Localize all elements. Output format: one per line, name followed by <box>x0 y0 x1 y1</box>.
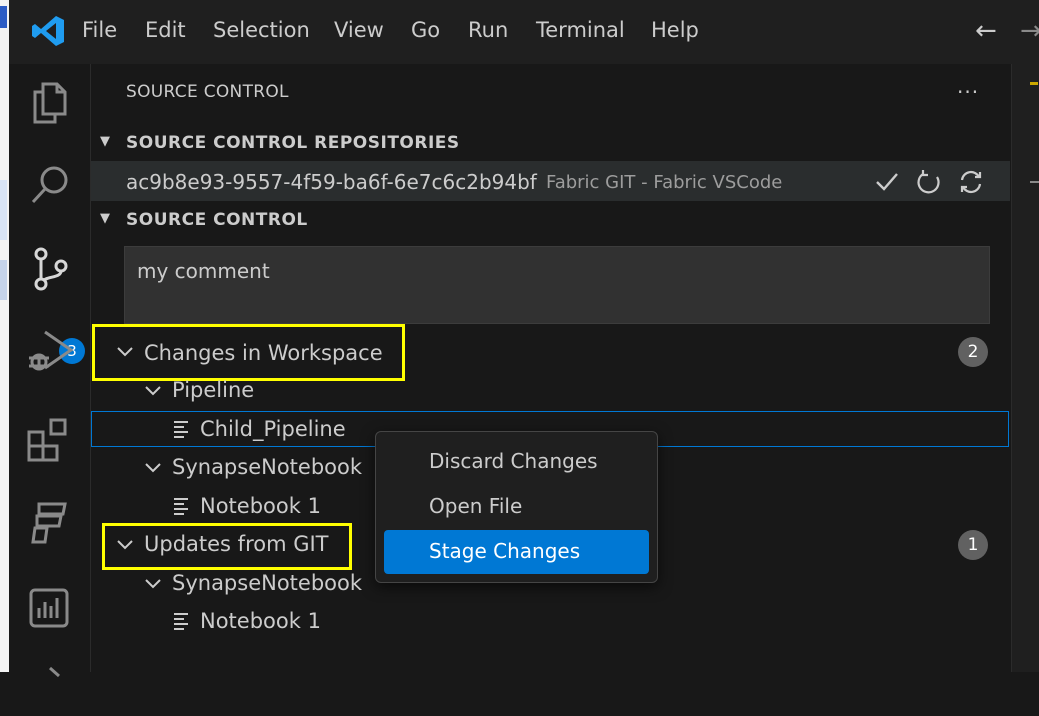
run-and-debug-icon[interactable] <box>25 326 75 376</box>
file-lines-icon <box>174 613 188 630</box>
commit-check-icon[interactable] <box>873 168 901 196</box>
menu-edit[interactable]: Edit <box>145 18 186 42</box>
chevron-down-icon[interactable] <box>144 385 162 397</box>
source-control-section-header[interactable]: SOURCE CONTROL <box>126 210 308 230</box>
stage-changes-menu-item[interactable]: Stage Changes <box>384 530 649 574</box>
chevron-down-icon[interactable] <box>144 462 162 474</box>
file-lines-icon <box>174 498 188 515</box>
commit-message-text: my comment <box>137 259 270 283</box>
left-window-edge <box>0 0 9 672</box>
file-child-pipeline[interactable]: Child_Pipeline <box>200 417 346 441</box>
chevron-down-icon[interactable]: ▼ <box>100 134 110 149</box>
discard-changes-menu-item[interactable]: Discard Changes <box>384 440 649 484</box>
fabric-icon[interactable] <box>25 498 75 548</box>
commit-message-input[interactable]: my comment <box>124 246 990 324</box>
explorer-icon[interactable] <box>25 78 75 128</box>
power-bi-icon[interactable] <box>25 582 75 632</box>
extensions-icon[interactable] <box>25 414 75 464</box>
folder-pipeline[interactable]: Pipeline <box>172 378 254 402</box>
highlight-annotation <box>92 324 405 381</box>
stage-changes-label: Stage Changes <box>429 539 581 563</box>
forward-arrow-icon[interactable]: → <box>1020 16 1039 46</box>
chevron-down-icon[interactable]: ▼ <box>100 211 110 226</box>
sidebar-title: SOURCE CONTROL <box>126 82 289 102</box>
chevron-down-icon[interactable] <box>144 578 162 590</box>
more-actions-icon[interactable]: ··· <box>957 80 979 104</box>
menu-view[interactable]: View <box>334 18 384 42</box>
vscode-logo-icon <box>32 16 64 46</box>
menu-terminal[interactable]: Terminal <box>536 18 625 42</box>
repository-id: ac9b8e93-9557-4f59-ba6f-6e7c6c2b94bf <box>126 170 537 194</box>
sync-icon[interactable] <box>957 168 985 196</box>
file-notebook-1[interactable]: Notebook 1 <box>200 494 321 518</box>
menu-selection[interactable]: Selection <box>213 18 310 42</box>
menu-help[interactable]: Help <box>651 18 699 42</box>
menu-run[interactable]: Run <box>468 18 508 42</box>
editor-area-edge <box>1011 64 1039 672</box>
back-arrow-icon[interactable]: ← <box>975 16 997 46</box>
discard-changes-label: Discard Changes <box>429 449 598 473</box>
group-count-badge: 1 <box>958 530 988 560</box>
group-count-badge: 2 <box>958 337 988 367</box>
menu-go[interactable]: Go <box>411 18 440 42</box>
search-icon[interactable] <box>25 160 75 210</box>
context-menu: Discard Changes Open File Stage Changes <box>375 431 658 583</box>
source-control-icon[interactable] <box>25 244 75 294</box>
highlight-annotation <box>102 523 352 570</box>
activity-bar: 3 <box>9 64 91 678</box>
file-lines-icon <box>174 421 188 438</box>
folder-synapse-notebook[interactable]: SynapseNotebook <box>172 455 362 479</box>
refresh-icon[interactable] <box>915 168 943 196</box>
menu-file[interactable]: File <box>82 18 117 42</box>
open-file-menu-item[interactable]: Open File <box>384 485 649 529</box>
repositories-section-header[interactable]: SOURCE CONTROL REPOSITORIES <box>126 133 460 153</box>
open-file-label: Open File <box>429 494 523 518</box>
repository-description: Fabric GIT - Fabric VSCode <box>546 172 783 193</box>
title-bar: File Edit Selection View Go Run Terminal… <box>9 0 1039 64</box>
accounts-icon[interactable] <box>25 662 75 712</box>
folder-synapse-notebook[interactable]: SynapseNotebook <box>172 571 362 595</box>
file-notebook-1[interactable]: Notebook 1 <box>200 609 321 633</box>
